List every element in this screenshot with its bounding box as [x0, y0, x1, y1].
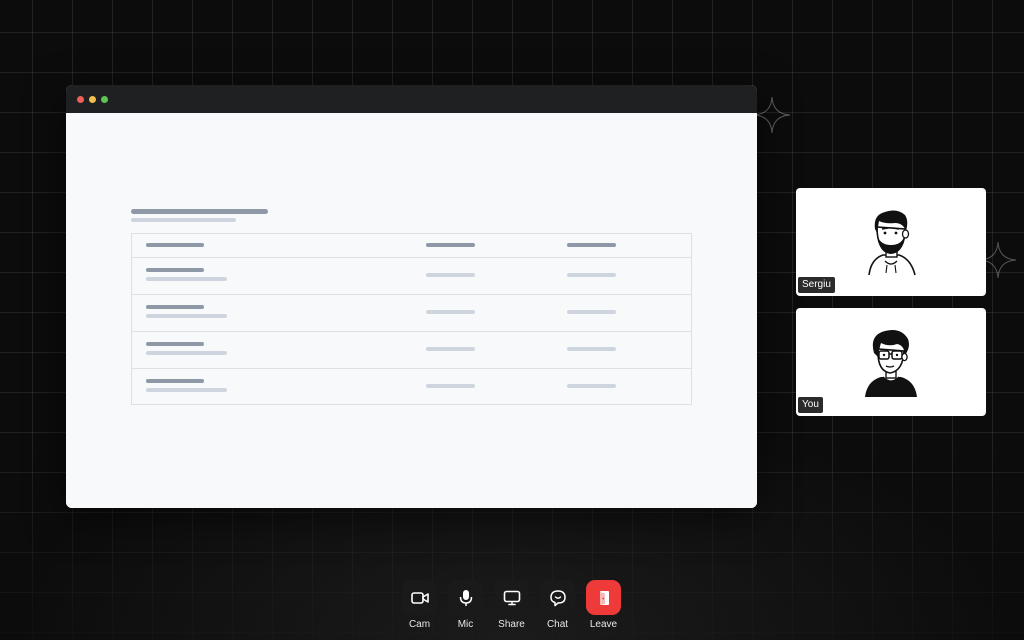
placeholder-cell [146, 388, 227, 392]
placeholder-header-cell [426, 243, 475, 247]
placeholder-cell [146, 342, 204, 346]
chat-button[interactable]: Chat [540, 580, 575, 630]
share-label: Share [498, 619, 525, 630]
close-window-dot[interactable] [77, 95, 84, 103]
participant-name-label: Sergiu [798, 277, 835, 293]
chat-button-surface[interactable] [540, 580, 575, 615]
share-button-surface[interactable] [494, 580, 529, 615]
cam-button[interactable]: Cam [402, 580, 437, 630]
cam-button-surface[interactable] [402, 580, 437, 615]
placeholder-cell [146, 305, 204, 309]
cam-label: Cam [408, 619, 431, 630]
placeholder-table [131, 233, 692, 405]
table-row [132, 368, 691, 405]
participant-name-label: You [798, 397, 823, 413]
placeholder-cell [146, 379, 204, 383]
monitor-share-icon [503, 590, 520, 605]
call-controls: Cam Mic Share Chat Leave [402, 580, 621, 630]
leave-button[interactable]: Leave [586, 580, 621, 630]
participant-tile-sergiu[interactable]: Sergiu [796, 188, 986, 296]
placeholder-cell [426, 384, 475, 388]
table-row [132, 331, 691, 368]
placeholder-cell [426, 273, 475, 277]
placeholder-cell [146, 277, 227, 281]
placeholder-cell [146, 268, 204, 272]
placeholder-cell [146, 314, 227, 318]
participant-tile-you[interactable]: You [796, 308, 986, 416]
placeholder-cell [146, 351, 227, 355]
table-row [132, 257, 691, 294]
placeholder-title [131, 209, 268, 214]
man-with-glasses-avatar-icon [865, 330, 917, 397]
placeholder-cell [567, 273, 616, 277]
placeholder-cell [567, 384, 616, 388]
maximize-window-dot[interactable] [101, 95, 108, 103]
shared-screen-window [66, 85, 757, 508]
placeholder-header-cell [567, 243, 616, 247]
mic-label: Mic [457, 619, 474, 630]
mic-button-surface[interactable] [448, 580, 483, 615]
placeholder-cell [567, 310, 616, 314]
shared-screen-content [66, 113, 757, 508]
leave-button-surface[interactable] [586, 580, 621, 615]
placeholder-cell [426, 347, 475, 351]
sparkle-icon [753, 96, 791, 134]
placeholder-header-cell [146, 243, 204, 247]
share-button[interactable]: Share [494, 580, 529, 630]
chat-bubble-icon [549, 589, 566, 606]
window-titlebar [66, 85, 757, 113]
camera-icon [410, 591, 429, 604]
mic-button[interactable]: Mic [448, 580, 483, 630]
placeholder-cell [567, 347, 616, 351]
placeholder-subtitle [131, 218, 236, 222]
chat-label: Chat [546, 619, 569, 630]
leave-door-icon [599, 590, 609, 605]
table-row [132, 294, 691, 331]
leave-label: Leave [589, 619, 618, 630]
minimize-window-dot[interactable] [89, 95, 96, 103]
microphone-icon [459, 589, 472, 606]
placeholder-cell [426, 310, 475, 314]
bearded-man-avatar-icon [868, 210, 916, 276]
